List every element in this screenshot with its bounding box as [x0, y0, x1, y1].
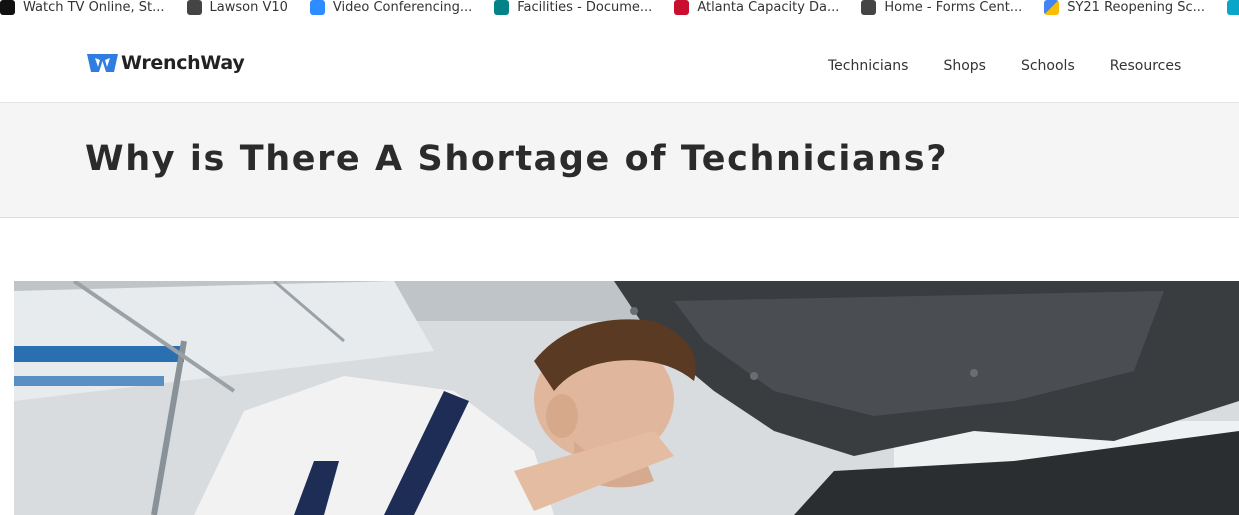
bookmark-label: Lawson V10 — [209, 0, 288, 15]
bookmark-label: Atlanta Capacity Da... — [697, 0, 840, 15]
bookmark-item[interactable]: Watch TV Online, St... — [0, 0, 165, 15]
site-header: WrenchWay Technicians Shops Schools Reso… — [0, 30, 1239, 103]
bookmark-label: Facilities - Docume... — [517, 0, 653, 15]
mechanic-photo — [14, 281, 1239, 515]
colorful-logo-icon — [1044, 0, 1060, 15]
bookmark-item[interactable] — [1227, 0, 1239, 15]
nav-item-technicians[interactable]: Technicians — [828, 58, 908, 74]
hero-image — [14, 281, 1239, 515]
brand-name: WrenchWay — [121, 52, 245, 74]
site-logo[interactable]: WrenchWay — [86, 52, 245, 74]
sharepoint-icon — [494, 0, 510, 15]
bookmark-label: Watch TV Online, St... — [23, 0, 165, 15]
teal-logo-icon — [1227, 0, 1239, 15]
bookmark-label: Home - Forms Cent... — [884, 0, 1023, 15]
globe-icon — [861, 0, 877, 15]
bookmark-item[interactable]: SY21 Reopening Sc... — [1044, 0, 1205, 15]
title-band: Why is There A Shortage of Technicians? — [0, 103, 1239, 218]
page-title: Why is There A Shortage of Technicians? — [85, 139, 949, 179]
red-logo-icon — [674, 0, 690, 15]
bookmark-item[interactable]: Atlanta Capacity Da... — [674, 0, 839, 15]
bookmark-item[interactable]: Video Conferencing... — [309, 0, 473, 15]
nav-item-resources[interactable]: Resources — [1110, 58, 1182, 74]
main-nav: Technicians Shops Schools Resources — [828, 58, 1216, 74]
wrenchway-logo-icon — [87, 54, 118, 72]
bookmark-label: SY21 Reopening Sc... — [1067, 0, 1206, 15]
globe-icon — [186, 0, 202, 15]
bookmark-label: Video Conferencing... — [332, 0, 473, 15]
nav-item-shops[interactable]: Shops — [943, 58, 986, 74]
zoom-icon — [309, 0, 325, 15]
bookmark-item[interactable]: Lawson V10 — [186, 0, 288, 15]
bookmark-item[interactable]: Facilities - Docume... — [494, 0, 652, 15]
bookmarks-bar: Watch TV Online, St... Lawson V10 Video … — [0, 0, 1239, 30]
nav-item-schools[interactable]: Schools — [1021, 58, 1075, 74]
tv-icon — [0, 0, 15, 15]
bookmark-item[interactable]: Home - Forms Cent... — [861, 0, 1022, 15]
